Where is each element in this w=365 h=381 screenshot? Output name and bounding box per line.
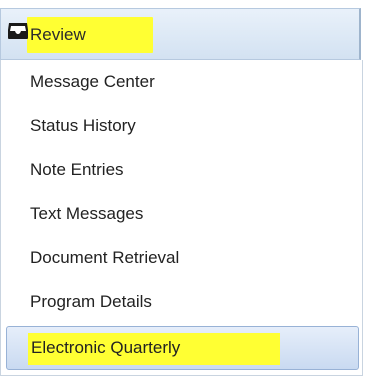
top-strip [0, 0, 365, 8]
menu-item-text-messages[interactable]: Text Messages [1, 192, 362, 236]
menu-item-note-entries[interactable]: Note Entries [1, 148, 362, 192]
menu-item-label: Text Messages [30, 204, 144, 223]
review-items: Message Center Status History Note Entri… [0, 60, 363, 375]
menu-item-electronic-quarterly[interactable]: Electronic Quarterly [6, 326, 359, 370]
menu-item-label: Program Details [30, 292, 152, 311]
menu-item-label: Document Retrieval [30, 248, 180, 267]
menu-item-label: Status History [30, 116, 136, 135]
menu-item-label: Electronic Quarterly [31, 338, 181, 357]
inbox-icon [8, 23, 28, 39]
menu-item-label: Message Center [30, 72, 155, 91]
menu-item-message-center[interactable]: Message Center [1, 60, 362, 104]
menu-item-program-details[interactable]: Program Details [1, 280, 362, 324]
review-header[interactable]: Review [0, 8, 361, 60]
review-menu: Review Message Center Status History Not… [0, 0, 365, 381]
menu-item-document-retrieval[interactable]: Document Retrieval [1, 236, 362, 280]
review-header-label: Review [30, 25, 86, 44]
menu-item-label: Note Entries [30, 160, 124, 179]
bottom-divider [0, 375, 363, 376]
menu-item-status-history[interactable]: Status History [1, 104, 362, 148]
